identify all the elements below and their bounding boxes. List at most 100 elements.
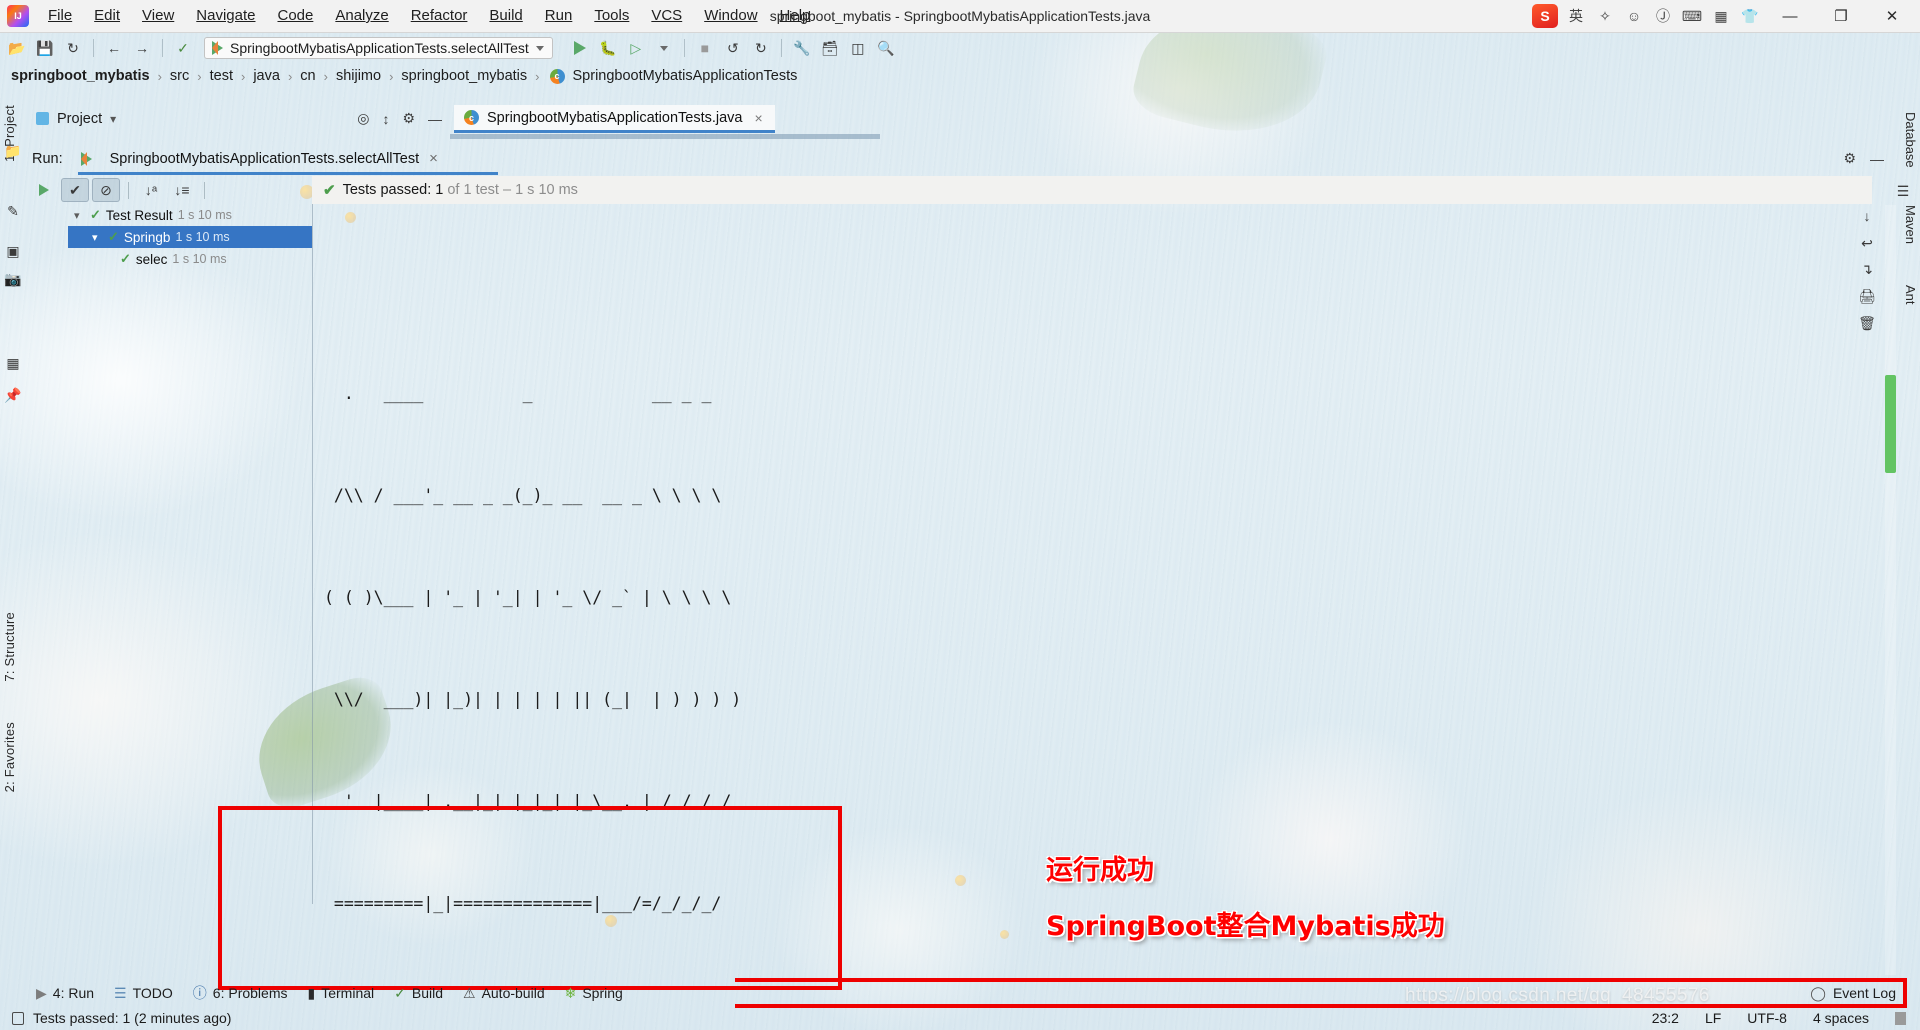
tree-console-divider[interactable] [312,204,313,904]
show-ignored-toggle[interactable]: ⊘ [92,178,120,202]
menu-refactor[interactable]: Refactor [400,4,479,28]
layout-icon[interactable]: ◫ [845,36,871,60]
project-structure-icon[interactable]: 🗃 [817,36,843,60]
close-button[interactable]: ✕ [1870,0,1914,32]
open-folder-icon[interactable]: 📂 [4,36,30,60]
stop-button[interactable]: ■ [692,36,718,60]
memory-indicator[interactable] [1895,1011,1906,1025]
menu-build[interactable]: Build [478,4,533,28]
breadcrumb-item-java[interactable]: java [253,68,280,84]
navigate-back-icon[interactable]: ← [101,36,127,60]
tree-row-springboot-tests[interactable]: ▾ ✓ Springb 1 s 10 ms [68,226,312,248]
folder-icon[interactable]: 📁 [2,140,24,162]
close-icon[interactable]: × [429,150,438,167]
breadcrumb-item-package[interactable]: springboot_mybatis [401,68,527,84]
menu-window[interactable]: Window [693,4,768,28]
tool-strip-item-terminal[interactable]: ▮ Terminal [308,985,375,1002]
tool-strip-item-build[interactable]: ✓ Build [394,985,443,1002]
chevron-down-icon[interactable]: ▾ [92,231,103,244]
breadcrumb-item-test[interactable]: test [210,68,233,84]
minimize-button[interactable]: — [1768,0,1812,32]
grid-icon[interactable]: ▦ [2,352,24,374]
menu-help[interactable]: Help [769,4,822,28]
ime-punctuation-icon[interactable]: ✧ [1594,5,1616,27]
settings-gear-icon[interactable]: ⚙ [402,110,415,127]
sidebar-item-maven[interactable]: Maven [1903,205,1918,244]
chevron-down-icon[interactable]: ▾ [74,209,85,222]
menu-code[interactable]: Code [266,4,324,28]
run-button[interactable] [567,36,593,60]
navigate-forward-icon[interactable]: → [129,36,155,60]
editor-horizontal-scrollbar[interactable] [450,134,880,139]
editor-tab-springboot-mybatis-application-tests[interactable]: SpringbootMybatisApplicationTests.java × [454,105,775,133]
build-hammer-icon[interactable]: ✓ [170,36,196,60]
ime-keyboard-icon[interactable]: ⌨ [1681,5,1703,27]
menu-tools[interactable]: Tools [583,4,640,28]
ime-panel-icon[interactable]: ▦ [1710,5,1732,27]
file-encoding[interactable]: UTF-8 [1747,1010,1787,1026]
close-icon[interactable]: × [755,110,763,126]
settings-gear-icon[interactable]: ⚙ [1843,150,1856,167]
menu-run[interactable]: Run [534,4,584,28]
tool-strip-item-run[interactable]: ▶ 4: Run [36,985,94,1002]
hide-toolwindow-icon[interactable]: — [428,111,442,127]
pin-icon[interactable]: 📌 [2,384,24,406]
breadcrumb-item-src[interactable]: src [170,68,189,84]
ime-emoji-icon[interactable]: ☺ [1623,5,1645,27]
show-passed-toggle[interactable]: ✔ [61,178,89,202]
console-scrollbar-thumb[interactable] [1885,375,1896,473]
line-separator[interactable]: LF [1705,1010,1721,1026]
breadcrumb-item-project[interactable]: springboot_mybatis [11,68,150,84]
menu-navigate[interactable]: Navigate [185,4,266,28]
menu-file[interactable]: File [37,4,83,28]
sidebar-item-ant[interactable]: Ant [1903,285,1918,305]
sidebar-item-favorites[interactable]: 2: Favorites [2,722,17,792]
menu-edit[interactable]: Edit [83,4,131,28]
tool-strip-item-todo[interactable]: ☰ TODO [114,985,173,1002]
menu-view[interactable]: View [131,4,185,28]
tool-strip-item-event-log[interactable]: ◯ Event Log [1810,985,1920,1002]
commit-icon[interactable]: ✎ [2,200,24,222]
ime-voice-icon[interactable]: Ⓙ [1652,5,1674,27]
indent-setting[interactable]: 4 spaces [1813,1010,1869,1026]
maximize-button[interactable]: ❐ [1819,0,1863,32]
collapse-all-icon[interactable]: ↕ [382,111,389,127]
sidebar-item-database[interactable]: Database [1903,112,1918,168]
run-coverage-button[interactable]: ▷ [623,36,649,60]
hide-toolwindow-icon[interactable]: — [1870,151,1884,167]
menu-vcs[interactable]: VCS [640,4,693,28]
save-all-icon[interactable]: 💾 [32,36,58,60]
tool-strip-item-auto-build[interactable]: ⚠ Auto-build [463,985,545,1002]
breadcrumb-item-class[interactable]: SpringbootMybatisApplicationTests [573,68,798,84]
breadcrumb-item-cn[interactable]: cn [300,68,315,84]
caret-position[interactable]: 23:2 [1652,1010,1679,1026]
structure-icon[interactable]: ▣ [2,240,24,262]
rerun-icon[interactable]: ↻ [748,36,774,60]
read-only-lock-icon[interactable] [12,1011,24,1025]
sort-alphabetically-button[interactable]: ↓ᵃ [137,178,165,202]
run-tab-title[interactable]: SpringbootMybatisApplicationTests.select… [110,151,419,167]
tool-strip-item-spring[interactable]: ❄ Spring [565,985,623,1002]
bookmark-icon[interactable]: 📷 [2,268,24,290]
breadcrumb-item-shijimo[interactable]: shijimo [336,68,381,84]
tree-row-select-all-test[interactable]: ✓ selec 1 s 10 ms [68,248,312,270]
tool-strip-item-problems[interactable]: ⓘ 6: Problems [193,983,288,1003]
debug-button[interactable]: 🐛 [595,36,621,60]
run-configuration-selector[interactable]: SpringbootMybatisApplicationTests.select… [204,37,553,59]
locate-file-icon[interactable]: ◎ [357,110,369,127]
console-scrollbar-track[interactable] [1885,205,1896,975]
sort-by-duration-button[interactable]: ↓≡ [168,178,196,202]
more-run-options-icon[interactable] [651,36,677,60]
search-everywhere-icon[interactable]: 🔍 [873,36,899,60]
settings-gear-icon[interactable]: 🔧 [789,36,815,60]
menu-analyze[interactable]: Analyze [324,4,399,28]
rerun-tests-button[interactable] [30,178,58,202]
ime-mode-indicator[interactable]: 英 [1565,5,1587,27]
sidebar-item-structure[interactable]: 7: Structure [2,612,17,682]
tree-row-test-result[interactable]: ▾ ✓ Test Result 1 s 10 ms [68,204,312,226]
update-application-icon[interactable]: ↺ [720,36,746,60]
chevron-down-icon[interactable]: ▾ [110,112,116,126]
sogou-ime-logo-icon[interactable]: S [1532,4,1558,28]
sync-icon[interactable]: ↻ [60,36,86,60]
ime-skin-icon[interactable]: 👕 [1739,5,1761,27]
